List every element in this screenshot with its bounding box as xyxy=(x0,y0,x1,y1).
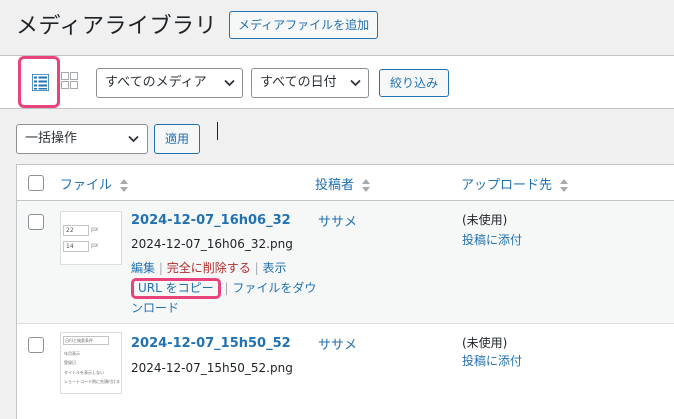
view-link[interactable]: 表示 xyxy=(262,261,286,275)
thumb-text: 年月表示 xyxy=(64,351,80,356)
author-link[interactable]: ササメ xyxy=(318,211,357,230)
chevron-down-icon xyxy=(128,135,139,143)
column-file[interactable]: ファイル xyxy=(60,174,129,193)
apply-button[interactable]: 適用 xyxy=(154,124,201,154)
media-title-link[interactable]: 2024-12-07_15h50_52 xyxy=(131,336,291,351)
thumb-field: 22 xyxy=(63,225,89,236)
text-cursor xyxy=(217,122,218,140)
sort-icon xyxy=(560,179,569,192)
column-uploaded-to-label: アップロード先 xyxy=(461,178,553,193)
date-select[interactable]: すべての日付 xyxy=(251,68,369,98)
author-link[interactable]: ササメ xyxy=(318,334,357,353)
media-table: ファイル 投稿者 アップロード先 22 px 14 px 2024-12-07_… xyxy=(16,164,674,419)
list-view-icon xyxy=(32,74,49,91)
media-thumbnail[interactable]: 22 px 14 px xyxy=(60,211,122,265)
page-title: メディアライブラリ xyxy=(16,14,217,39)
select-all-checkbox[interactable] xyxy=(28,175,44,191)
delete-permanently-link[interactable]: 完全に削除する xyxy=(167,261,251,275)
edit-link[interactable]: 編集 xyxy=(131,261,155,275)
date-value: すべての日付 xyxy=(260,75,337,90)
copy-url-link[interactable]: URL をコピー xyxy=(131,278,221,299)
attachment-status: (未使用) xyxy=(462,336,508,350)
grid-view-icon[interactable] xyxy=(61,72,78,89)
filter-bar: すべてのメディア すべての日付 絞り込み xyxy=(0,55,674,109)
table-header: ファイル 投稿者 アップロード先 xyxy=(17,165,674,201)
media-thumbnail[interactable]: 日付と検索条件 年月表示 登録日 タイトルを表示しない ショートコード例に先頭付… xyxy=(60,332,122,394)
chevron-down-icon xyxy=(350,79,361,87)
attach-to-post-link[interactable]: 投稿に添付 xyxy=(462,352,522,369)
media-filename: 2024-12-07_15h50_52.png xyxy=(131,361,293,375)
attach-to-post-link[interactable]: 投稿に添付 xyxy=(462,231,522,248)
add-media-button[interactable]: メディアファイルを追加 xyxy=(229,11,379,39)
thumb-unit: px xyxy=(91,242,99,249)
thumb-text: 登録日 xyxy=(64,360,76,365)
media-type-value: すべてのメディア xyxy=(105,75,207,90)
bulk-action-value: 一括操作 xyxy=(25,131,78,146)
media-filename: 2024-12-07_16h06_32.png xyxy=(131,237,293,251)
separator: | xyxy=(224,281,229,295)
thumb-text: タイトルを表示しない xyxy=(64,370,104,375)
media-type-select[interactable]: すべてのメディア xyxy=(96,68,243,98)
thumb-text: ショートコード例に先頭付ける xyxy=(64,379,120,384)
row-checkbox[interactable] xyxy=(28,214,44,230)
list-view-button[interactable] xyxy=(18,56,60,108)
separator: | xyxy=(254,261,259,275)
row-checkbox[interactable] xyxy=(28,337,44,353)
media-title-link[interactable]: 2024-12-07_16h06_32 xyxy=(131,213,291,228)
thumb-field: 14 xyxy=(63,241,89,252)
column-file-label: ファイル xyxy=(60,178,113,193)
sort-icon xyxy=(362,179,371,192)
chevron-down-icon xyxy=(224,79,235,87)
thumb-unit: px xyxy=(91,226,99,233)
filter-button[interactable]: 絞り込み xyxy=(379,69,450,97)
column-author-label: 投稿者 xyxy=(315,178,355,193)
column-author[interactable]: 投稿者 xyxy=(315,174,371,193)
sort-icon xyxy=(120,179,129,192)
row-actions: 編集 | 完全に削除する | 表示 URL をコピー | ファイルをダウンロード xyxy=(131,259,321,318)
attachment-status: (未使用) xyxy=(462,213,508,227)
bulk-action-select[interactable]: 一括操作 xyxy=(16,124,148,154)
column-uploaded-to[interactable]: アップロード先 xyxy=(461,174,569,193)
table-row: 22 px 14 px 2024-12-07_16h06_32 2024-12-… xyxy=(17,201,674,324)
separator: | xyxy=(158,261,163,275)
thumb-input-box: 日付と検索条件 xyxy=(63,336,109,345)
thumb-text: 日付と検索条件 xyxy=(65,338,93,343)
table-row: 日付と検索条件 年月表示 登録日 タイトルを表示しない ショートコード例に先頭付… xyxy=(17,324,674,419)
